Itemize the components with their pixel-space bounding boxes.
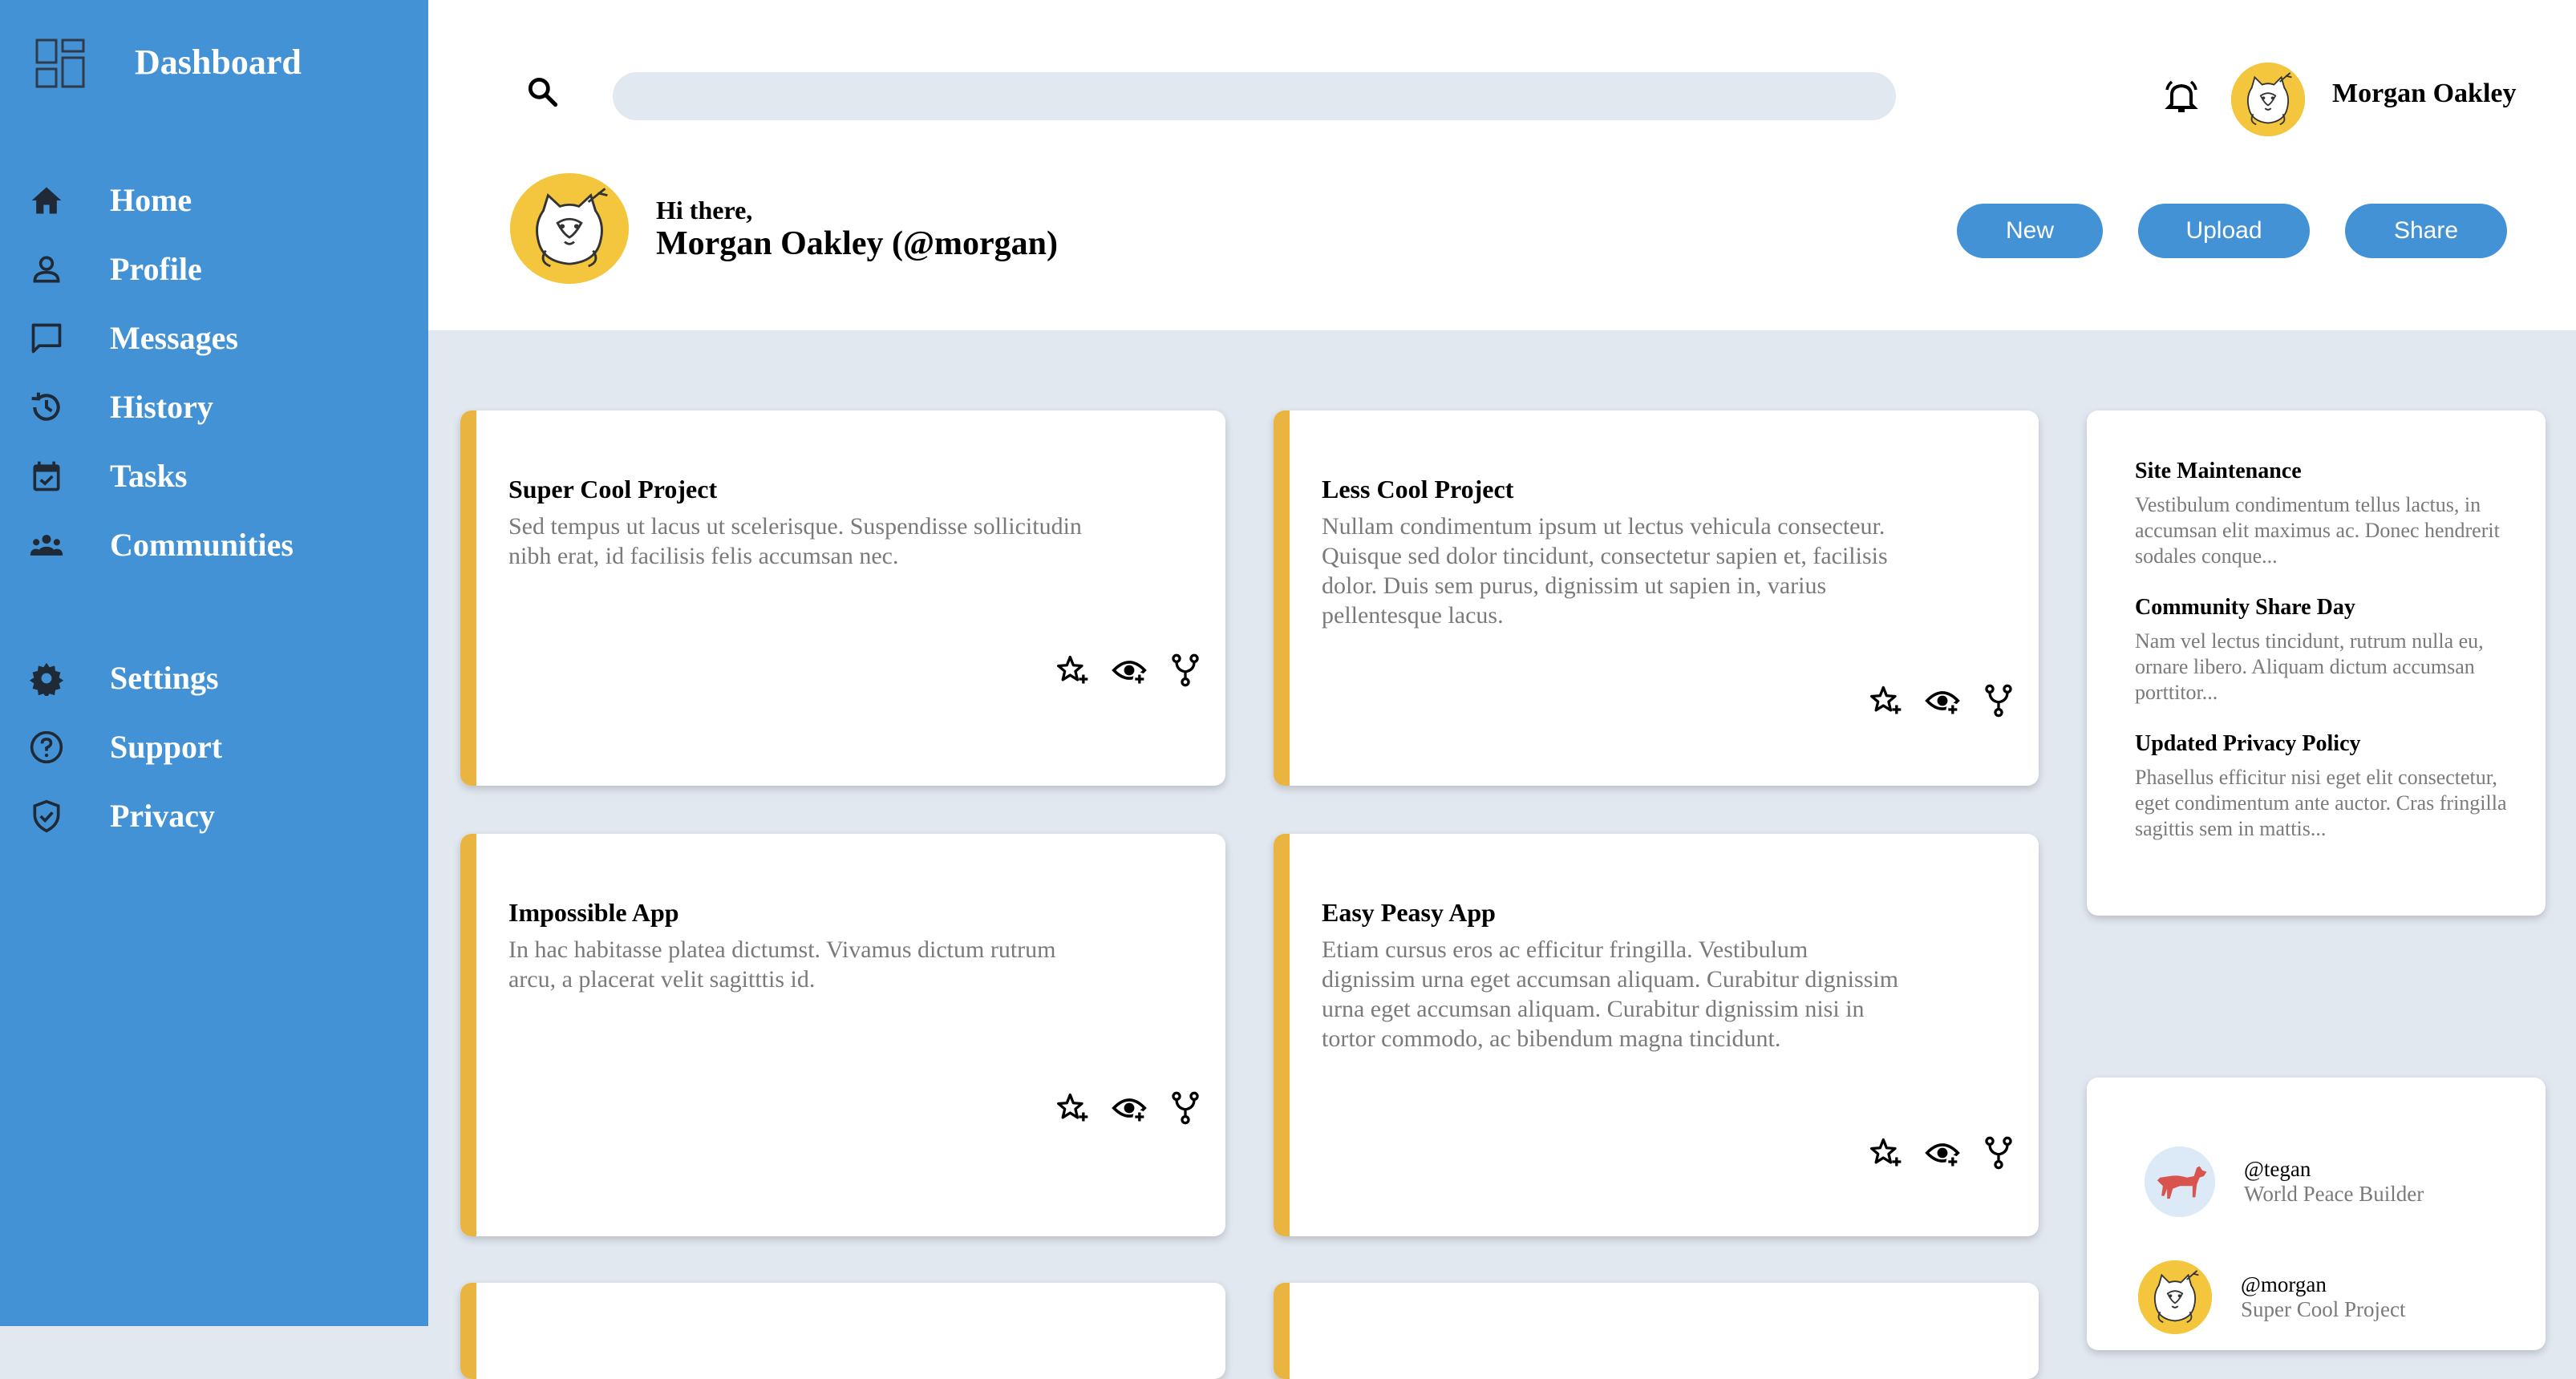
trending-user[interactable]: @morgan Super Cool Project <box>2138 1260 2405 1334</box>
sidebar-item-settings[interactable]: Settings <box>0 649 428 707</box>
announcement-item[interactable]: Community Share Day Nam vel lectus tinci… <box>2135 595 2512 706</box>
person-icon <box>29 252 64 287</box>
fork-icon[interactable] <box>1981 1135 2016 1171</box>
sidebar-item-tasks[interactable]: Tasks <box>0 447 428 505</box>
trending-panel: @tegan World Peace Builder @morgan Super… <box>2087 1078 2546 1350</box>
project-card[interactable] <box>460 1283 1225 1379</box>
avatar[interactable] <box>2231 63 2305 136</box>
announcement-title: Updated Privacy Policy <box>2135 731 2361 756</box>
project-card[interactable]: Less Cool Project Nullam condimentum ips… <box>1274 410 2039 786</box>
user-name[interactable]: Morgan Oakley <box>2332 79 2516 109</box>
gear-icon <box>29 661 64 698</box>
watch-eye-icon[interactable] <box>1112 1090 1147 1126</box>
star-add-icon[interactable] <box>1055 653 1091 688</box>
watch-eye-icon[interactable] <box>1925 683 1960 718</box>
sidebar-item-label: Privacy <box>110 798 216 834</box>
announcements-panel: Site Maintenance Vestibulum condimentum … <box>2087 410 2546 916</box>
home-icon <box>29 183 64 218</box>
history-icon <box>29 390 64 425</box>
project-card[interactable]: Impossible App In hac habitasse platea d… <box>460 834 1225 1236</box>
sidebar-item-label: Messages <box>110 320 238 356</box>
sidebar-item-label: Communities <box>110 527 294 563</box>
watch-eye-icon[interactable] <box>1925 1135 1960 1171</box>
user-role: World Peace Builder <box>2244 1182 2424 1206</box>
upload-button[interactable]: Upload <box>2138 204 2310 258</box>
sidebar: Dashboard Home Profile Messages History … <box>0 0 428 1326</box>
search-icon[interactable] <box>525 74 560 109</box>
greeting-user-name: Morgan Oakley (@morgan) <box>656 225 1059 262</box>
card-accent-bar <box>460 834 476 1236</box>
announcement-item[interactable]: Site Maintenance Vestibulum condimentum … <box>2135 459 2512 569</box>
project-title: Easy Peasy App <box>1322 898 1496 927</box>
project-card[interactable] <box>1274 1283 2039 1379</box>
chat-icon <box>29 321 64 356</box>
project-title: Impossible App <box>508 898 679 927</box>
profile-avatar <box>510 173 629 284</box>
card-accent-bar <box>1274 1283 1290 1379</box>
announcement-title: Community Share Day <box>2135 595 2355 620</box>
search-input[interactable] <box>613 72 1896 120</box>
card-accent-bar <box>460 410 476 786</box>
project-description: Nullam condimentum ipsum ut lectus vehic… <box>1322 513 1888 629</box>
greeting-text: Hi there, <box>656 196 753 224</box>
help-circle-icon <box>29 730 64 765</box>
announcement-title: Site Maintenance <box>2135 459 2302 483</box>
sidebar-item-history[interactable]: History <box>0 378 428 436</box>
user-handle: @tegan <box>2244 1157 2311 1181</box>
sidebar-item-label: Profile <box>110 251 202 287</box>
share-button[interactable]: Share <box>2345 204 2507 258</box>
sidebar-item-label: Home <box>110 182 192 218</box>
avatar <box>2138 1260 2212 1334</box>
sidebar-item-support[interactable]: Support <box>0 718 428 776</box>
sidebar-item-profile[interactable]: Profile <box>0 241 428 298</box>
header <box>428 0 2576 330</box>
star-add-icon[interactable] <box>1055 1090 1091 1126</box>
project-description: Etiam cursus eros ac efficitur fringilla… <box>1322 936 1899 1052</box>
sidebar-item-privacy[interactable]: Privacy <box>0 787 428 845</box>
announcement-item[interactable]: Updated Privacy Policy Phasellus efficit… <box>2135 731 2512 842</box>
project-card[interactable]: Super Cool Project Sed tempus ut lacus u… <box>460 410 1225 786</box>
card-actions <box>1055 653 1203 688</box>
fork-icon[interactable] <box>1981 683 2016 718</box>
sidebar-item-label: Support <box>110 729 223 765</box>
sidebar-item-label: History <box>110 389 213 425</box>
star-add-icon[interactable] <box>1869 683 1904 718</box>
dashboard-grid-icon <box>35 38 85 88</box>
star-add-icon[interactable] <box>1869 1135 1904 1171</box>
project-description: Sed tempus ut lacus ut scelerisque. Susp… <box>508 513 1082 569</box>
trending-user[interactable]: @tegan World Peace Builder <box>2145 1146 2424 1217</box>
sidebar-item-messages[interactable]: Messages <box>0 309 428 367</box>
card-actions <box>1869 1135 2016 1171</box>
project-title: Super Cool Project <box>508 475 718 503</box>
sidebar-item-home[interactable]: Home <box>0 172 428 229</box>
user-handle: @morgan <box>2241 1272 2327 1296</box>
announcement-text: Vestibulum condimentum tellus lactus, in… <box>2135 493 2500 568</box>
sidebar-item-label: Tasks <box>110 458 188 494</box>
fork-icon[interactable] <box>1168 1090 1203 1126</box>
sidebar-title: Dashboard <box>135 42 302 82</box>
card-actions <box>1055 1090 1203 1126</box>
announcement-text: Phasellus efficitur nisi eget elit conse… <box>2135 766 2507 840</box>
card-accent-bar <box>1274 834 1290 1236</box>
new-button[interactable]: New <box>1957 204 2103 258</box>
user-role: Super Cool Project <box>2241 1297 2406 1321</box>
announcement-text: Nam vel lectus tincidunt, rutrum nulla e… <box>2135 629 2484 704</box>
sidebar-item-label: Settings <box>110 660 219 696</box>
card-accent-bar <box>1274 410 1290 786</box>
bell-notification-icon[interactable] <box>2162 77 2201 115</box>
dog-avatar <box>2145 1146 2215 1217</box>
shield-check-icon <box>29 799 64 834</box>
card-accent-bar <box>460 1283 476 1379</box>
watch-eye-icon[interactable] <box>1112 653 1147 688</box>
card-actions <box>1869 683 2016 718</box>
sidebar-item-communities[interactable]: Communities <box>0 516 428 574</box>
project-title: Less Cool Project <box>1322 475 1514 503</box>
groups-icon <box>29 528 64 563</box>
calendar-check-icon <box>29 459 64 494</box>
project-card[interactable]: Easy Peasy App Etiam cursus eros ac effi… <box>1274 834 2039 1236</box>
project-description: In hac habitasse platea dictumst. Vivamu… <box>508 936 1056 993</box>
fork-icon[interactable] <box>1168 653 1203 688</box>
